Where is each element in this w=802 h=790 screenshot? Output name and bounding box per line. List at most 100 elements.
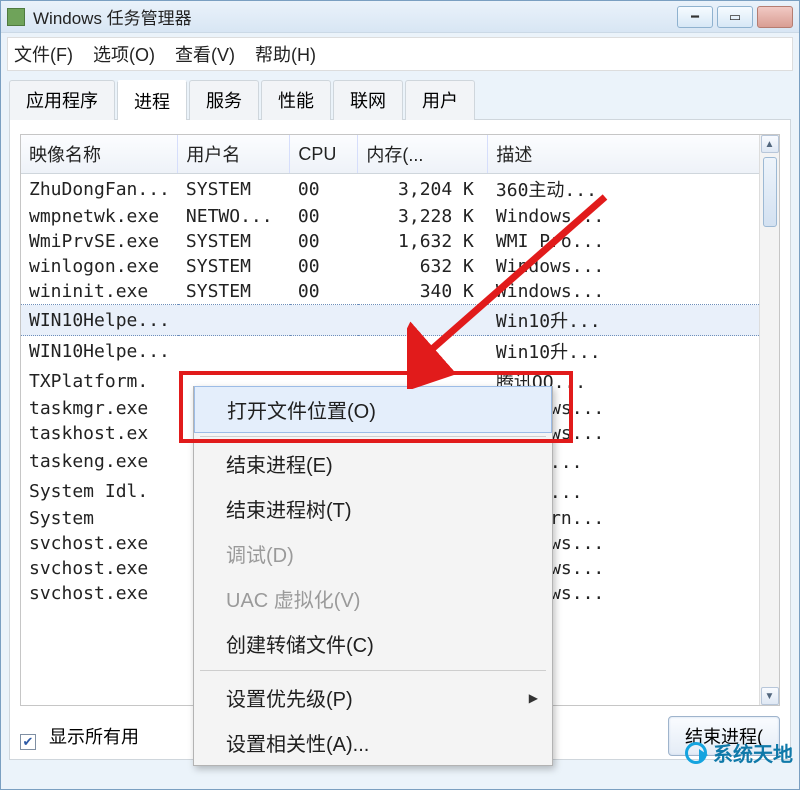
- ctx-end-process-tree[interactable]: 结束进程树(T): [194, 486, 552, 531]
- col-memory[interactable]: 内存(...: [358, 135, 488, 174]
- cell-desc: WMI Pro...: [488, 229, 779, 254]
- context-menu: 打开文件位置(O) 结束进程(E) 结束进程树(T) 调试(D) UAC 虚拟化…: [193, 386, 553, 766]
- tabbar: 应用程序 进程 服务 性能 联网 用户: [9, 79, 791, 120]
- tab-users[interactable]: 用户: [405, 80, 475, 120]
- tab-applications[interactable]: 应用程序: [9, 80, 115, 120]
- cell-mem: [358, 336, 488, 367]
- cell-image: WIN10Helpe...: [21, 305, 178, 336]
- submenu-arrow-icon: ▶: [529, 691, 538, 705]
- cell-cpu: [290, 305, 358, 336]
- window-buttons: ━ ▭: [677, 6, 793, 28]
- table-row[interactable]: ZhuDongFan...SYSTEM003,204 K360主动...: [21, 174, 779, 205]
- cell-cpu: 00: [290, 229, 358, 254]
- col-cpu[interactable]: CPU: [290, 135, 358, 174]
- ctx-separator: [200, 436, 546, 437]
- cell-cpu: 00: [290, 204, 358, 229]
- tab-services[interactable]: 服务: [189, 80, 259, 120]
- table-row[interactable]: wininit.exeSYSTEM00340 KWindows...: [21, 279, 779, 305]
- col-user[interactable]: 用户名: [178, 135, 290, 174]
- cell-cpu: 00: [290, 279, 358, 305]
- vertical-scrollbar[interactable]: ▲ ▼: [759, 135, 779, 705]
- cell-cpu: [290, 336, 358, 367]
- cell-desc: 360主动...: [488, 174, 779, 205]
- cell-image: System: [21, 506, 178, 531]
- cell-image: System Idl.: [21, 476, 178, 506]
- cell-image: wininit.exe: [21, 279, 178, 305]
- cell-desc: Windows...: [488, 279, 779, 305]
- menubar: 文件(F) 选项(O) 查看(V) 帮助(H): [7, 37, 793, 71]
- minimize-button[interactable]: ━: [677, 6, 713, 28]
- app-icon: [7, 8, 25, 26]
- cell-image: svchost.exe: [21, 531, 178, 556]
- table-header-row: 映像名称 用户名 CPU 内存(... 描述: [21, 135, 779, 174]
- cell-image: svchost.exe: [21, 581, 178, 606]
- col-desc[interactable]: 描述: [488, 135, 779, 174]
- cell-user: SYSTEM: [178, 254, 290, 279]
- tab-networking[interactable]: 联网: [333, 80, 403, 120]
- cell-mem: 3,204 K: [358, 174, 488, 205]
- cell-cpu: 00: [290, 174, 358, 205]
- col-image[interactable]: 映像名称: [21, 135, 178, 174]
- ctx-set-affinity[interactable]: 设置相关性(A)...: [194, 720, 552, 765]
- cell-user: SYSTEM: [178, 279, 290, 305]
- show-all-users-label: 显示所有用: [49, 727, 139, 747]
- cell-image: WmiPrvSE.exe: [21, 229, 178, 254]
- menu-view[interactable]: 查看(V): [175, 41, 235, 67]
- cell-mem: 1,632 K: [358, 229, 488, 254]
- ctx-end-process[interactable]: 结束进程(E): [194, 441, 552, 486]
- watermark-brand: 系统天地: [685, 738, 793, 767]
- cell-image: TXPlatform.: [21, 366, 178, 396]
- ctx-create-dump[interactable]: 创建转储文件(C): [194, 621, 552, 666]
- cell-image: ZhuDongFan...: [21, 174, 178, 205]
- menu-options[interactable]: 选项(O): [93, 41, 155, 67]
- maximize-button[interactable]: ▭: [717, 6, 753, 28]
- cell-user: NETWO...: [178, 204, 290, 229]
- cell-image: svchost.exe: [21, 556, 178, 581]
- cell-image: wmpnetwk.exe: [21, 204, 178, 229]
- cell-image: taskhost.ex: [21, 421, 178, 446]
- check-icon: ✔: [23, 735, 34, 748]
- cell-user: SYSTEM: [178, 174, 290, 205]
- table-row[interactable]: wmpnetwk.exeNETWO...003,228 KWindows...: [21, 204, 779, 229]
- close-button[interactable]: [757, 6, 793, 28]
- table-row[interactable]: winlogon.exeSYSTEM00632 KWindows...: [21, 254, 779, 279]
- cell-desc: Windows...: [488, 254, 779, 279]
- cell-mem: [358, 305, 488, 336]
- ctx-set-priority-label: 设置优先级(P): [226, 689, 353, 711]
- scroll-up-arrow-icon[interactable]: ▲: [761, 135, 779, 153]
- ctx-open-file-location[interactable]: 打开文件位置(O): [194, 386, 552, 433]
- brand-logo-icon: [685, 742, 707, 764]
- cell-mem: 340 K: [358, 279, 488, 305]
- ctx-debug: 调试(D): [194, 531, 552, 576]
- show-all-users-checkbox[interactable]: ✔: [20, 734, 36, 750]
- scroll-thumb[interactable]: [763, 157, 777, 227]
- cell-user: SYSTEM: [178, 229, 290, 254]
- cell-image: taskmgr.exe: [21, 396, 178, 421]
- brand-text: 系统天地: [713, 738, 793, 767]
- scroll-down-arrow-icon[interactable]: ▼: [761, 687, 779, 705]
- cell-user: [178, 336, 290, 367]
- cell-mem: 3,228 K: [358, 204, 488, 229]
- ctx-separator: [200, 670, 546, 671]
- menu-help[interactable]: 帮助(H): [255, 41, 316, 67]
- cell-cpu: 00: [290, 254, 358, 279]
- tab-processes[interactable]: 进程: [117, 80, 187, 120]
- cell-desc: Win10升...: [488, 305, 779, 336]
- show-all-users-checkbox-wrap[interactable]: ✔ 显示所有用: [20, 723, 139, 749]
- ctx-uac-virtualization: UAC 虚拟化(V): [194, 576, 552, 621]
- cell-mem: 632 K: [358, 254, 488, 279]
- cell-desc: Windows...: [488, 204, 779, 229]
- table-row[interactable]: WmiPrvSE.exeSYSTEM001,632 KWMI Pro...: [21, 229, 779, 254]
- titlebar[interactable]: Windows 任务管理器 ━ ▭: [1, 1, 799, 33]
- tab-performance[interactable]: 性能: [261, 80, 331, 120]
- cell-image: WIN10Helpe...: [21, 336, 178, 367]
- ctx-set-priority[interactable]: 设置优先级(P) ▶: [194, 675, 552, 720]
- task-manager-window: Windows 任务管理器 ━ ▭ 文件(F) 选项(O) 查看(V) 帮助(H…: [0, 0, 800, 790]
- cell-image: taskeng.exe: [21, 446, 178, 476]
- cell-desc: Win10升...: [488, 336, 779, 367]
- cell-image: winlogon.exe: [21, 254, 178, 279]
- cell-user: [178, 305, 290, 336]
- table-row[interactable]: WIN10Helpe... Win10升...: [21, 336, 779, 367]
- table-row[interactable]: WIN10Helpe... Win10升...: [21, 305, 779, 336]
- menu-file[interactable]: 文件(F): [14, 41, 73, 67]
